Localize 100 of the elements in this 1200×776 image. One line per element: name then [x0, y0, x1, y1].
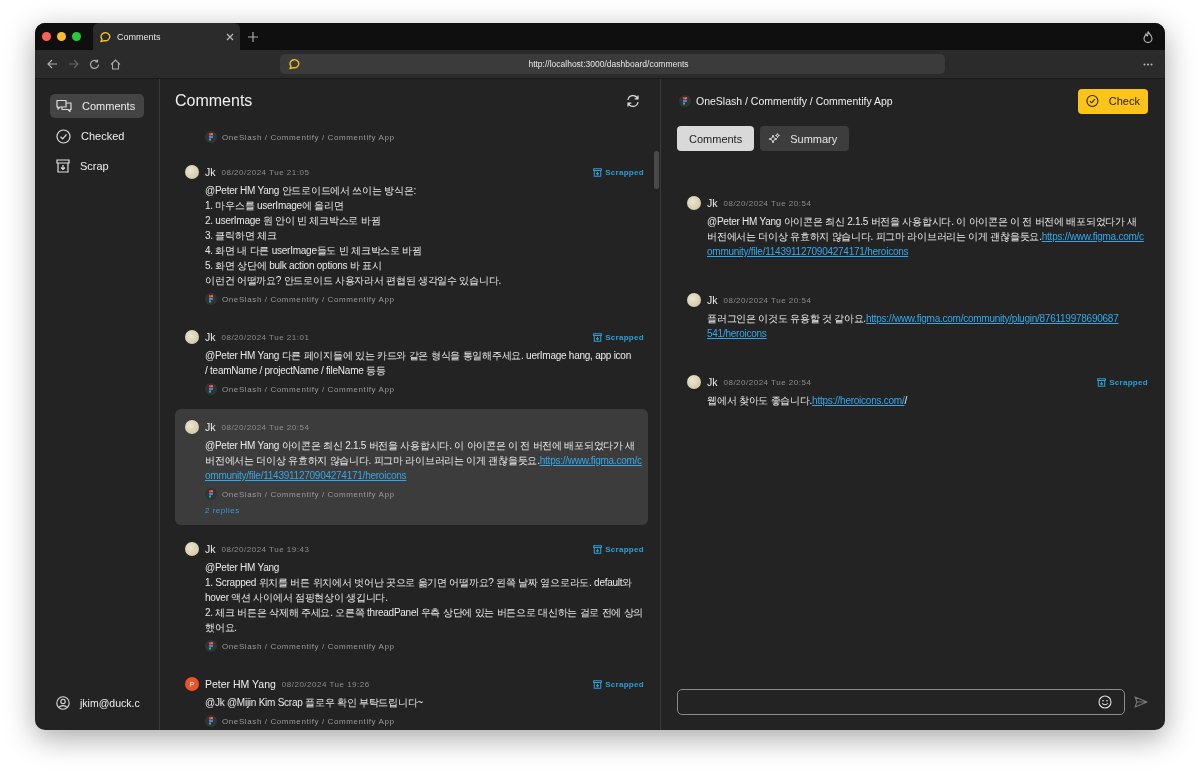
project-path: OneSlash / Commentify / Commentify App: [222, 384, 395, 394]
comment-input[interactable]: [677, 689, 1125, 715]
avatar: [185, 165, 199, 179]
home-icon[interactable]: [110, 58, 121, 70]
minimize-window-button[interactable]: [57, 32, 66, 41]
figma-icon: [205, 383, 217, 395]
author-name: Jk: [707, 197, 718, 209]
comment-text: @Peter HM Yang 아이콘은 최신 2.1.5 버전을 사용합시다. 이 아이콘은 이 전 버전에 배포되었다가 새: [707, 215, 1139, 229]
comment-text: @Peter HM Yang 아이콘은 최신 2.1.5 버전을 사용합시다. 이 아이콘은 이 전 버전에 배포되었다가 새: [205, 439, 637, 453]
close-window-button[interactable]: [42, 32, 51, 41]
speech-bubble-icon: [99, 30, 111, 43]
archive-box-icon: [56, 159, 70, 173]
comment-date: 08/20/2024 Tue 19:43: [221, 544, 310, 554]
archive-box-icon: [593, 332, 603, 342]
new-tab-icon[interactable]: [248, 31, 258, 42]
project-path: OneSlash / Commentify / Commentify App: [222, 641, 395, 651]
send-icon[interactable]: [1134, 696, 1148, 708]
comment-text: @Peter HM Yang: [205, 561, 281, 575]
comment-text: 웹에서 찾아도 좋습니다.https://heroicons.com//: [707, 394, 909, 408]
avatar: [185, 420, 199, 434]
comment-date: 08/20/2024 Tue 19:26: [281, 679, 370, 689]
link[interactable]: 541/heroicons: [707, 328, 767, 339]
link[interactable]: https://www.figma.com/community/plugin/876119978690687: [865, 313, 1119, 324]
figma-icon: [205, 715, 217, 727]
scrapped-label[interactable]: Scrapped: [605, 679, 644, 689]
comment-date: 08/20/2024 Tue 21:01: [221, 332, 310, 342]
close-icon[interactable]: [226, 32, 234, 41]
chat-bubbles-icon: [56, 99, 72, 113]
archive-box-icon: [593, 679, 603, 689]
comment-text: @Jk @Mijin Kim Scrap 플로우 확인 부탁드립니다~: [205, 696, 424, 710]
comment-text: 2. userImage 원 안이 빈 체크박스로 바뀜: [205, 214, 382, 228]
breadcrumb: OneSlash / Commentify / Commentify App: [696, 95, 893, 107]
comment-text: @Peter HM Yang 다른 페이지들에 있는 카드와 같은 형식을 통일해주세요. uerImage hang, app icon: [205, 349, 632, 363]
author-name: Jk: [205, 166, 216, 178]
back-icon[interactable]: [47, 59, 58, 69]
comment-text: hover 액션 사이에서 점핑현상이 생깁니다.: [205, 591, 389, 605]
comment-text: 버전에서는 더이상 유효하지 않습니다. 피그마 라이브러리는 이게 괜찮을듯요.https://www.figma.com/c: [205, 454, 643, 468]
comment-date: 08/20/2024 Tue 20:54: [221, 422, 310, 432]
figma-icon: [205, 488, 217, 500]
link[interactable]: https://www.figma.com/c: [539, 455, 642, 466]
reload-icon[interactable]: [89, 58, 100, 70]
figma-icon: [205, 293, 217, 305]
browser-tab[interactable]: Comments: [93, 23, 240, 50]
figma-icon: [679, 95, 691, 107]
sparkle-icon: [768, 132, 781, 145]
scrapped-label[interactable]: Scrapped: [1109, 377, 1148, 387]
smiley-icon[interactable]: [1098, 695, 1112, 709]
url-text: http://localhost:3000/dashboard/comments: [527, 59, 690, 69]
link[interactable]: ommunity/file/1143911270904274171/heroicons: [707, 246, 909, 257]
author-name: Jk: [205, 331, 216, 343]
flame-icon[interactable]: [1143, 30, 1153, 43]
comment-text: 1. Scrapped 위치를 버튼 위치에서 벗어난 곳으로 옮기면 어떨까요? 왼쪽 날짜 옆으로라도. default와: [205, 576, 634, 590]
sidebar-item[interactable]: Comments: [50, 94, 144, 118]
author-name: Peter HM Yang: [205, 678, 276, 690]
comment-text: @Peter HM Yang 안드로이드에서 쓰이는 방식은:: [205, 184, 417, 198]
scrollbar[interactable]: [654, 151, 659, 189]
maximize-window-button[interactable]: [72, 32, 81, 41]
avatar: [687, 293, 701, 307]
comment-text: 이런건 어떨까요? 안드로이드 사용자라서 편협된 생각일수 있습니다.: [205, 274, 502, 288]
comment-text: 3. 클릭하면 체크: [205, 229, 278, 243]
project-path: OneSlash / Commentify / Commentify App: [222, 294, 395, 304]
link[interactable]: ommunity/file/1143911270904274171/heroicons: [205, 470, 407, 481]
refresh-icon[interactable]: [626, 94, 640, 108]
tab-title: Comments: [117, 31, 162, 42]
author-name: Jk: [707, 294, 718, 306]
comment-card[interactable]: [175, 409, 648, 525]
archive-box-icon: [1097, 377, 1107, 387]
sidebar-item[interactable]: Scrap: [50, 154, 144, 178]
comment-date: 08/20/2024 Tue 21:05: [221, 167, 310, 177]
address-bar[interactable]: http://localhost:3000/dashboard/comments: [280, 54, 945, 74]
sidebar-item[interactable]: Checked: [50, 124, 144, 148]
comment-text: 1. 마우스를 userImage에 올리면: [205, 199, 345, 213]
scrapped-label[interactable]: Scrapped: [605, 544, 644, 554]
figma-icon: [205, 131, 217, 143]
archive-box-icon: [593, 167, 603, 177]
comment-text: 플러그인은 이것도 유용할 것 같아요.https://www.figma.com/community/plugin/876119978690687: [707, 312, 1120, 326]
avatar: [687, 375, 701, 389]
comment-text: 4. 화면 내 다른 userImage들도 빈 체크박스로 바뀜: [205, 244, 423, 258]
replies-link[interactable]: 2 replies: [205, 506, 644, 515]
author-name: Jk: [205, 543, 216, 555]
project-path: OneSlash / Commentify / Commentify App: [222, 132, 395, 142]
comment-text: 버전에서는 더이상 유효하지 않습니다. 피그마 라이브러리는 이게 괜찮을듯요.https://www.figma.com/c: [707, 230, 1145, 244]
comment-text: 2. 체크 버튼은 삭제해 주세요. 오른쪽 threadPanel 우측 상단에 있는 버튼으로 대신하는 걸로 전에 상의: [205, 606, 644, 620]
project-path: OneSlash / Commentify / Commentify App: [222, 716, 395, 726]
link[interactable]: https://www.figma.com/c: [1041, 231, 1144, 242]
project-path: OneSlash / Commentify / Commentify App: [222, 489, 395, 499]
check-button[interactable]: Check: [1078, 88, 1148, 114]
link[interactable]: https://heroicons.com/: [812, 395, 905, 406]
comment-text: / teamName / projectName / fileName 등등: [205, 364, 387, 378]
more-icon[interactable]: [1143, 62, 1153, 66]
tab[interactable]: Summary: [760, 126, 850, 151]
avatar: [687, 196, 701, 210]
panel-title: Comments: [175, 92, 253, 110]
user-email[interactable]: jkim@duck.c: [80, 697, 140, 709]
scrapped-label[interactable]: Scrapped: [605, 332, 644, 342]
forward-icon[interactable]: [68, 59, 79, 69]
comment-text: 5. 화면 상단에 bulk action options 바 표시: [205, 259, 383, 273]
scrapped-label[interactable]: Scrapped: [605, 167, 644, 177]
avatar: [185, 330, 199, 344]
tab[interactable]: Comments: [677, 126, 755, 151]
